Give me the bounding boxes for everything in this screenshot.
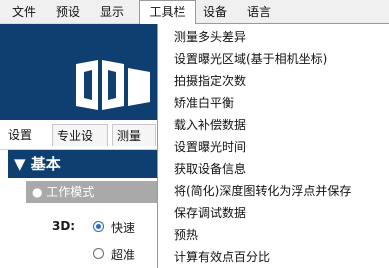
menu-item-load-compensation[interactable]: 载入补偿数据 — [174, 115, 246, 135]
menu-display[interactable]: 显示 — [100, 0, 124, 24]
mode-3d-label: 3D: — [52, 219, 76, 233]
menu-bar: 文件 预设 显示 工具栏 设备 语言 — [0, 0, 389, 24]
menu-presets[interactable]: 预设 — [56, 0, 80, 24]
menu-file[interactable]: 文件 — [12, 0, 36, 24]
radio-ultra-label: 超准 — [111, 248, 136, 262]
menu-device[interactable]: 设备 — [203, 0, 227, 24]
menu-item-get-device-info[interactable]: 获取设备信息 — [174, 159, 246, 179]
menu-item-set-exposure-region[interactable]: 设置曝光区域(基于相机坐标) — [174, 49, 327, 69]
company-logo-icon — [76, 60, 150, 110]
tab-pro-settings[interactable]: 专业设置 — [52, 124, 108, 165]
menu-item-white-balance[interactable]: 矫准白平衡 — [174, 93, 234, 113]
menu-language[interactable]: 语言 — [247, 0, 271, 24]
radio-fast[interactable] — [93, 221, 104, 232]
menu-item-measure-multihead-diff[interactable]: 测量多头差异 — [174, 27, 246, 47]
menu-item-depth-to-float[interactable]: 将(简化)深度图转化为浮点并保存 — [174, 181, 351, 201]
tab-measure[interactable]: 测量 — [112, 124, 156, 146]
menu-item-valid-point-percent[interactable]: 计算有效点百分比 — [174, 247, 270, 267]
menu-item-save-debug-data[interactable]: 保存调试数据 — [174, 203, 246, 223]
tab-settings[interactable]: 设置 — [8, 124, 33, 146]
menu-item-capture-n-times[interactable]: 拍摄指定次数 — [174, 71, 246, 91]
radio-ultra[interactable] — [93, 248, 104, 259]
toolbar-dropdown-menu: 测量多头差异 设置曝光区域(基于相机坐标) 拍摄指定次数 矫准白平衡 载入补偿数… — [157, 23, 389, 268]
menu-toolbar[interactable]: 工具栏 — [139, 0, 196, 24]
menu-item-set-exposure-time[interactable]: 设置曝光时间 — [174, 137, 246, 157]
radio-fast-label: 快速 — [111, 221, 136, 235]
menu-item-preheat[interactable]: 预热 — [174, 225, 198, 245]
